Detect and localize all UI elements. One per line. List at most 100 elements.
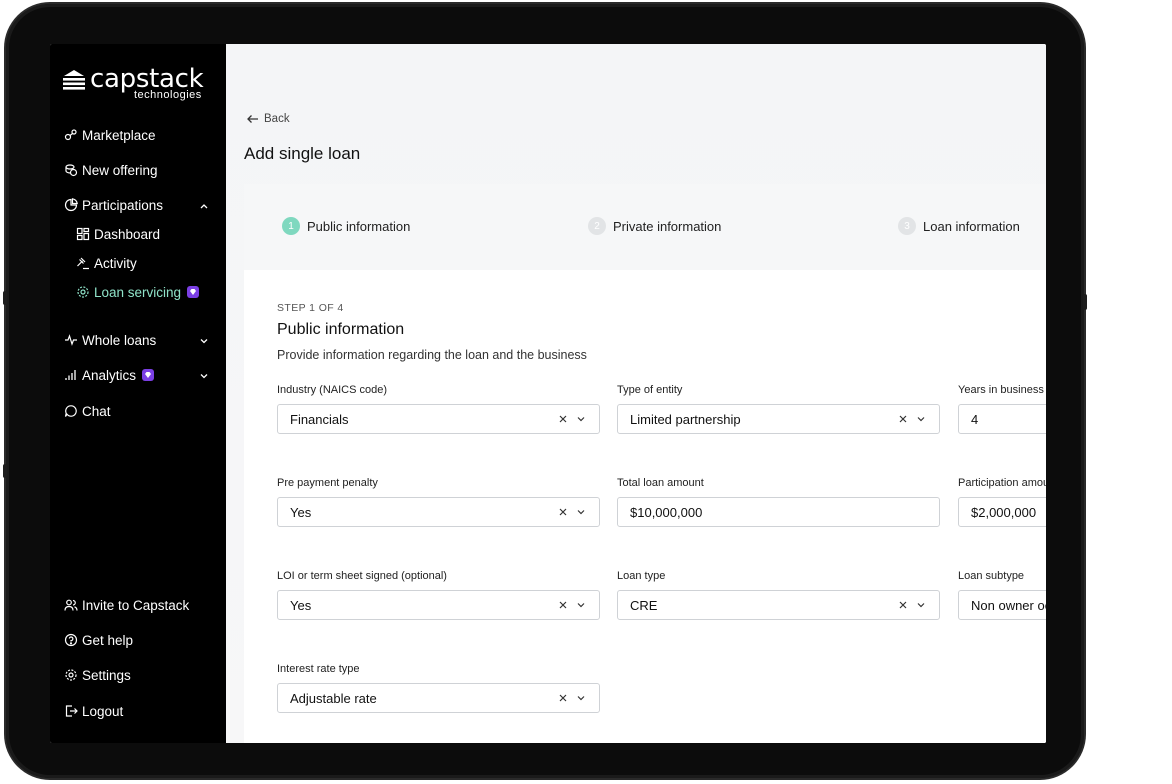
sidebar-item-label: Analytics bbox=[82, 367, 137, 383]
chevron-down-icon[interactable] bbox=[575, 599, 587, 611]
step-private-information[interactable]: 2 Private information bbox=[588, 217, 721, 235]
sidebar-item-loan-servicing[interactable]: Loan servicing bbox=[76, 282, 200, 302]
sidebar-item-label: Whole loans bbox=[82, 332, 157, 348]
clear-icon[interactable] bbox=[557, 599, 569, 611]
sidebar-item-label: Get help bbox=[82, 632, 134, 648]
sidebar-item-settings[interactable]: Settings bbox=[64, 665, 131, 685]
arrow-left-icon bbox=[247, 115, 258, 123]
logo-mark-icon bbox=[63, 70, 85, 90]
total-loan-amount-input[interactable]: $10,000,000 bbox=[617, 497, 940, 527]
chevron-down-icon[interactable] bbox=[198, 335, 210, 347]
help-icon bbox=[64, 633, 78, 647]
sidebar-item-label: New offering bbox=[82, 162, 158, 178]
years-in-business-input[interactable]: 4 bbox=[958, 404, 1046, 434]
participation-amount-value: $2,000,000 bbox=[971, 504, 1037, 520]
users-icon bbox=[64, 598, 78, 612]
entity-type-select[interactable]: Limited partnership bbox=[617, 404, 940, 434]
app-screen: capstack technologies Marketplace New of… bbox=[50, 44, 1046, 743]
form-card: 1 Public information 2 Private informati… bbox=[244, 184, 1046, 743]
years-in-business-label: Years in business bbox=[958, 384, 1044, 396]
entity-type-value: Limited partnership bbox=[630, 411, 741, 427]
gear-icon bbox=[64, 668, 78, 682]
loan-type-select[interactable]: CRE bbox=[617, 590, 940, 620]
clear-icon[interactable] bbox=[897, 599, 909, 611]
industry-value: Financials bbox=[290, 411, 349, 427]
chevron-up-icon[interactable] bbox=[198, 200, 210, 212]
chevron-down-icon[interactable] bbox=[915, 599, 927, 611]
chevron-down-icon[interactable] bbox=[915, 413, 927, 425]
loi-signed-label: LOI or term sheet signed (optional) bbox=[277, 570, 447, 582]
gavel-icon bbox=[76, 256, 90, 270]
sidebar-item-label: Participations bbox=[82, 197, 164, 213]
sidebar-item-marketplace[interactable]: Marketplace bbox=[64, 125, 156, 145]
gear-icon bbox=[76, 285, 90, 299]
side-button bbox=[3, 464, 7, 478]
interest-rate-type-select[interactable]: Adjustable rate bbox=[277, 683, 600, 713]
participation-amount-input[interactable]: $2,000,000 bbox=[958, 497, 1046, 527]
years-in-business-value: 4 bbox=[971, 411, 979, 427]
sidebar-item-activity[interactable]: Activity bbox=[76, 253, 137, 273]
brand-logo[interactable]: capstack technologies bbox=[62, 64, 222, 104]
back-label: Back bbox=[264, 113, 290, 125]
interest-rate-type-value: Adjustable rate bbox=[290, 690, 377, 706]
pulse-icon bbox=[64, 333, 78, 347]
industry-label: Industry (NAICS code) bbox=[277, 384, 388, 396]
entity-type-label: Type of entity bbox=[617, 384, 683, 396]
sidebar: capstack technologies Marketplace New of… bbox=[50, 44, 226, 743]
prepayment-penalty-select[interactable]: Yes bbox=[277, 497, 600, 527]
side-button bbox=[1083, 294, 1087, 310]
loi-signed-value: Yes bbox=[290, 597, 312, 613]
chat-icon bbox=[64, 404, 78, 418]
stepper: 1 Public information 2 Private informati… bbox=[244, 184, 1046, 270]
chevron-down-icon[interactable] bbox=[575, 413, 587, 425]
coins-icon bbox=[64, 163, 78, 177]
sidebar-item-label: Activity bbox=[94, 255, 137, 271]
loan-subtype-label: Loan subtype bbox=[958, 570, 1025, 582]
industry-select[interactable]: Financials bbox=[277, 404, 600, 434]
section-title: Public information bbox=[277, 321, 405, 338]
sidebar-item-dashboard[interactable]: Dashboard bbox=[76, 224, 160, 244]
sidebar-item-label: Logout bbox=[82, 703, 124, 719]
brand-tagline: technologies bbox=[134, 89, 202, 101]
step-number: 1 bbox=[282, 217, 300, 235]
step-loan-information[interactable]: 3 Loan information bbox=[898, 217, 1020, 235]
step-number: 2 bbox=[588, 217, 606, 235]
main-content: Back Add single loan 1 Public informatio… bbox=[226, 44, 1046, 743]
bar-signal-icon bbox=[64, 368, 78, 382]
chevron-down-icon[interactable] bbox=[575, 506, 587, 518]
clear-icon[interactable] bbox=[897, 413, 909, 425]
loan-type-label: Loan type bbox=[617, 570, 666, 582]
loan-subtype-select[interactable]: Non owner oc bbox=[958, 590, 1046, 620]
step-number: 3 bbox=[898, 217, 916, 235]
sidebar-item-chat[interactable]: Chat bbox=[64, 401, 111, 421]
clear-icon[interactable] bbox=[557, 692, 569, 704]
sidebar-item-invite[interactable]: Invite to Capstack bbox=[64, 595, 189, 615]
sidebar-item-whole-loans[interactable]: Whole loans bbox=[64, 330, 156, 350]
sidebar-item-new-offering[interactable]: New offering bbox=[64, 160, 158, 180]
total-loan-amount-value: $10,000,000 bbox=[630, 504, 703, 520]
clear-icon[interactable] bbox=[557, 506, 569, 518]
chevron-down-icon[interactable] bbox=[198, 370, 210, 382]
sidebar-item-participations[interactable]: Participations bbox=[64, 195, 163, 215]
premium-badge-icon bbox=[187, 286, 200, 298]
sidebar-item-label: Loan servicing bbox=[94, 284, 182, 300]
chevron-down-icon[interactable] bbox=[575, 692, 587, 704]
tablet-frame: capstack technologies Marketplace New of… bbox=[3, 4, 1087, 778]
sidebar-item-label: Marketplace bbox=[82, 127, 156, 143]
clear-icon[interactable] bbox=[557, 413, 569, 425]
loan-type-value: CRE bbox=[630, 597, 658, 613]
sidebar-item-get-help[interactable]: Get help bbox=[64, 630, 133, 650]
total-loan-amount-label: Total loan amount bbox=[617, 477, 704, 489]
logout-icon bbox=[64, 704, 78, 718]
loi-signed-select[interactable]: Yes bbox=[277, 590, 600, 620]
step-public-information[interactable]: 1 Public information bbox=[282, 217, 410, 235]
loan-subtype-value: Non owner oc bbox=[971, 597, 1046, 613]
sidebar-item-label: Chat bbox=[82, 403, 111, 419]
step-label: Private information bbox=[613, 218, 722, 234]
sidebar-item-label: Invite to Capstack bbox=[82, 597, 190, 613]
sidebar-item-analytics[interactable]: Analytics bbox=[64, 365, 155, 385]
back-link[interactable]: Back bbox=[246, 112, 290, 126]
dashboard-icon bbox=[76, 227, 90, 241]
marketplace-icon bbox=[64, 128, 78, 142]
sidebar-item-logout[interactable]: Logout bbox=[64, 701, 123, 721]
